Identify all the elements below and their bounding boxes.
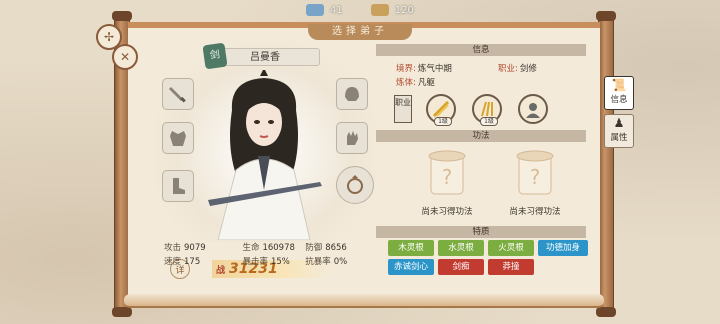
currency-value: 120 xyxy=(394,4,414,16)
traits-header: 特质 xyxy=(376,226,586,238)
question-scroll-icon: ? xyxy=(428,150,466,195)
job-box: 职业 xyxy=(394,95,412,123)
tab-info[interactable]: 📜 信息 xyxy=(604,76,634,110)
equip-slot-boots[interactable] xyxy=(162,170,194,202)
trait-badge[interactable]: 剑痴 xyxy=(438,259,484,275)
armor-icon xyxy=(170,131,186,146)
trait-badge[interactable]: 火灵根 xyxy=(488,240,534,256)
info-header: 信息 xyxy=(376,44,586,56)
equip-slot-weapon[interactable] xyxy=(162,78,194,110)
skill-slot-1[interactable]: 1级 xyxy=(426,94,456,126)
realm-value: 炼气中期 xyxy=(417,64,452,74)
skill-level: 1级 xyxy=(480,117,498,126)
currency-jade: 120 xyxy=(370,4,414,16)
trait-badge[interactable]: 功德加身 xyxy=(538,240,588,256)
trait-badge[interactable]: 赤诚剑心 xyxy=(388,259,434,275)
sword-class-icon: 剑 xyxy=(202,42,228,70)
trait-badge[interactable]: 木灵根 xyxy=(388,240,434,256)
character-icon: ♟ xyxy=(613,116,625,130)
dagger-icon xyxy=(169,87,186,103)
stat-value: 8656 xyxy=(325,243,347,253)
character-panel: 吕曼香 剑 详 战 31231 xyxy=(154,42,376,279)
body-label: 炼体: xyxy=(396,78,416,88)
boots-icon xyxy=(173,178,185,194)
equip-slot-gloves[interactable] xyxy=(336,122,368,154)
stat-value: 0% xyxy=(333,257,348,267)
realm-row: 境界: 炼气中期 xyxy=(396,62,452,74)
stat-value: 160978 xyxy=(262,243,295,253)
equip-slot-accessory[interactable] xyxy=(336,166,374,204)
technique-slot-label: 尚未习得功法 xyxy=(509,207,561,217)
job-row: 职业: 剑修 xyxy=(498,62,537,74)
spirit-stone-icon xyxy=(306,4,324,16)
currency-value: 41 xyxy=(330,4,343,16)
warrior-icon xyxy=(526,103,540,118)
tab-label: 信息 xyxy=(610,95,628,105)
multi-sword-icon xyxy=(481,101,493,117)
stat-value: 175 xyxy=(184,257,201,267)
job-value: 剑修 xyxy=(519,64,537,74)
currency-bar: 41 120 xyxy=(306,4,414,16)
stat-label: 暴击率 xyxy=(242,257,268,267)
helmet-icon xyxy=(345,87,359,101)
equip-slot-armor[interactable] xyxy=(162,122,194,154)
jade-icon xyxy=(370,4,389,16)
character-portrait xyxy=(208,70,322,240)
ring-icon xyxy=(347,175,363,194)
skill-slot-3[interactable] xyxy=(518,94,548,124)
stat-label: 攻击 xyxy=(164,243,182,253)
title-tab: 选择弟子 xyxy=(308,24,412,40)
trait-badge[interactable]: 莽撞 xyxy=(488,259,534,275)
stats-table: 攻击 9079 生命 160978 防御 8656 速度 175 暴击率 15% 抗暴率 0… xyxy=(164,240,364,268)
stats-row: 速度 175 暴击率 15% 抗暴率 0% xyxy=(164,254,364,268)
stat-label: 抗暴率 xyxy=(305,257,331,267)
body-row: 炼体: 凡躯 xyxy=(396,76,435,88)
scroll-rod-right xyxy=(596,11,616,317)
body-value: 凡躯 xyxy=(417,78,435,88)
gloves-icon xyxy=(347,131,358,145)
stat-label: 防御 xyxy=(305,243,323,253)
stats-row: 攻击 9079 生命 160978 防御 8656 xyxy=(164,240,364,254)
trait-badge[interactable]: 水灵根 xyxy=(438,240,484,256)
scroll-bottom-roll xyxy=(124,294,604,308)
stat-value: 15% xyxy=(270,257,290,267)
skill-level: 1级 xyxy=(434,117,452,126)
stat-value: 9079 xyxy=(184,243,206,253)
traits-list: 木灵根 水灵根 火灵根 功德加身 赤诚剑心 剑痴 莽撞 xyxy=(388,240,596,275)
job-label: 职业: xyxy=(498,64,518,74)
scroll-icon: 📜 xyxy=(611,78,627,92)
svg-text:?: ? xyxy=(530,165,541,189)
techniques-header: 功法 xyxy=(376,130,586,142)
tab-attributes[interactable]: ♟ 属性 xyxy=(604,114,634,148)
stat-label: 生命 xyxy=(242,243,260,253)
close-icon[interactable]: ✕ xyxy=(112,44,138,70)
svg-text:?: ? xyxy=(442,165,453,189)
tab-label: 属性 xyxy=(610,133,628,143)
equip-slot-helmet[interactable] xyxy=(336,78,368,110)
skill-slot-2[interactable]: 1级 xyxy=(472,94,502,126)
stat-label: 速度 xyxy=(164,257,182,267)
technique-slot-label: 尚未习得功法 xyxy=(421,207,473,217)
currency-spirit-stone: 41 xyxy=(306,4,343,16)
question-scroll-icon: ? xyxy=(516,150,554,195)
realm-label: 境界: xyxy=(396,64,416,74)
sword-slash-icon xyxy=(432,100,450,118)
